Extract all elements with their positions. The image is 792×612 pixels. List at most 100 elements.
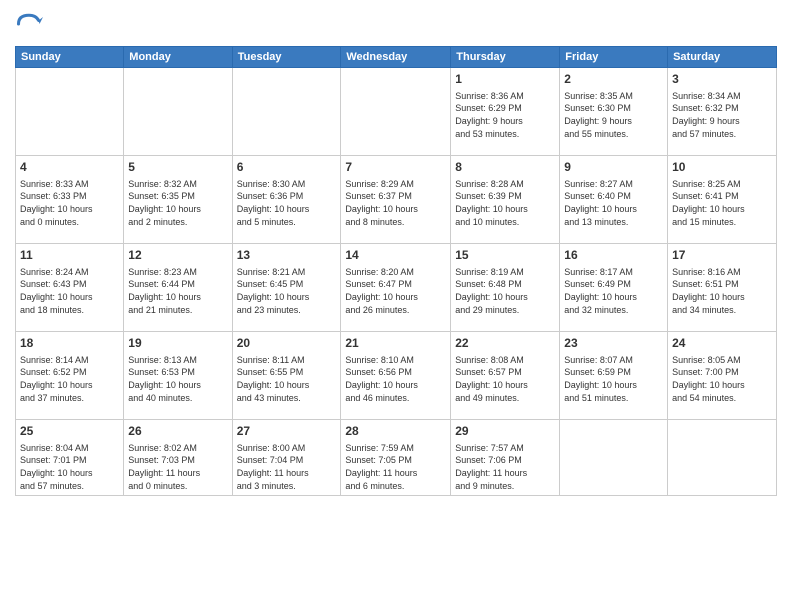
day-number: 5 [128, 159, 227, 176]
day-number: 1 [455, 71, 555, 88]
day-info: Sunrise: 8:20 AMSunset: 6:47 PMDaylight:… [345, 266, 446, 316]
col-header-wednesday: Wednesday [341, 47, 451, 68]
day-number: 12 [128, 247, 227, 264]
col-header-tuesday: Tuesday [232, 47, 341, 68]
day-number: 29 [455, 423, 555, 440]
calendar-cell: 13 Sunrise: 8:21 AMSunset: 6:45 PMDayligh… [232, 244, 341, 332]
day-number: 8 [455, 159, 555, 176]
day-info: Sunrise: 8:27 AMSunset: 6:40 PMDaylight:… [564, 178, 663, 228]
day-info: Sunrise: 8:17 AMSunset: 6:49 PMDaylight:… [564, 266, 663, 316]
calendar-cell: 29 Sunrise: 7:57 AMSunset: 7:06 PMDayligh… [451, 420, 560, 496]
day-number: 24 [672, 335, 772, 352]
day-number: 23 [564, 335, 663, 352]
calendar-cell: 18 Sunrise: 8:14 AMSunset: 6:52 PMDayligh… [16, 332, 124, 420]
day-info: Sunrise: 8:34 AMSunset: 6:32 PMDaylight:… [672, 90, 772, 140]
calendar-cell [668, 420, 777, 496]
calendar-cell [232, 68, 341, 156]
day-info: Sunrise: 8:13 AMSunset: 6:53 PMDaylight:… [128, 354, 227, 404]
calendar-cell: 21 Sunrise: 8:10 AMSunset: 6:56 PMDayligh… [341, 332, 451, 420]
day-number: 25 [20, 423, 119, 440]
day-number: 14 [345, 247, 446, 264]
week-row-4: 18 Sunrise: 8:14 AMSunset: 6:52 PMDayligh… [16, 332, 777, 420]
day-info: Sunrise: 8:14 AMSunset: 6:52 PMDaylight:… [20, 354, 119, 404]
day-number: 2 [564, 71, 663, 88]
day-info: Sunrise: 8:24 AMSunset: 6:43 PMDaylight:… [20, 266, 119, 316]
day-info: Sunrise: 8:32 AMSunset: 6:35 PMDaylight:… [128, 178, 227, 228]
day-info: Sunrise: 8:30 AMSunset: 6:36 PMDaylight:… [237, 178, 337, 228]
day-info: Sunrise: 8:33 AMSunset: 6:33 PMDaylight:… [20, 178, 119, 228]
day-info: Sunrise: 8:10 AMSunset: 6:56 PMDaylight:… [345, 354, 446, 404]
day-info: Sunrise: 8:07 AMSunset: 6:59 PMDaylight:… [564, 354, 663, 404]
header-row: SundayMondayTuesdayWednesdayThursdayFrid… [16, 47, 777, 68]
calendar-cell: 1 Sunrise: 8:36 AMSunset: 6:29 PMDaylight… [451, 68, 560, 156]
day-info: Sunrise: 8:21 AMSunset: 6:45 PMDaylight:… [237, 266, 337, 316]
day-info: Sunrise: 8:11 AMSunset: 6:55 PMDaylight:… [237, 354, 337, 404]
day-number: 27 [237, 423, 337, 440]
day-info: Sunrise: 8:36 AMSunset: 6:29 PMDaylight:… [455, 90, 555, 140]
calendar-cell [16, 68, 124, 156]
day-number: 4 [20, 159, 119, 176]
day-number: 6 [237, 159, 337, 176]
calendar-cell [560, 420, 668, 496]
week-row-3: 11 Sunrise: 8:24 AMSunset: 6:43 PMDayligh… [16, 244, 777, 332]
calendar-cell: 14 Sunrise: 8:20 AMSunset: 6:47 PMDayligh… [341, 244, 451, 332]
col-header-thursday: Thursday [451, 47, 560, 68]
calendar-cell: 16 Sunrise: 8:17 AMSunset: 6:49 PMDayligh… [560, 244, 668, 332]
day-info: Sunrise: 8:35 AMSunset: 6:30 PMDaylight:… [564, 90, 663, 140]
calendar-cell: 19 Sunrise: 8:13 AMSunset: 6:53 PMDayligh… [124, 332, 232, 420]
calendar-cell: 27 Sunrise: 8:00 AMSunset: 7:04 PMDayligh… [232, 420, 341, 496]
calendar-cell: 10 Sunrise: 8:25 AMSunset: 6:41 PMDayligh… [668, 156, 777, 244]
logo-icon [15, 10, 43, 38]
day-info: Sunrise: 8:29 AMSunset: 6:37 PMDaylight:… [345, 178, 446, 228]
day-info: Sunrise: 8:04 AMSunset: 7:01 PMDaylight:… [20, 442, 119, 492]
calendar-cell: 4 Sunrise: 8:33 AMSunset: 6:33 PMDaylight… [16, 156, 124, 244]
day-number: 3 [672, 71, 772, 88]
day-number: 10 [672, 159, 772, 176]
calendar-cell: 17 Sunrise: 8:16 AMSunset: 6:51 PMDayligh… [668, 244, 777, 332]
calendar-cell: 7Sunrise: 8:29 AMSunset: 6:37 PMDaylight… [341, 156, 451, 244]
day-number: 28 [345, 423, 446, 440]
day-info: Sunrise: 8:19 AMSunset: 6:48 PMDaylight:… [455, 266, 555, 316]
day-info: Sunrise: 8:16 AMSunset: 6:51 PMDaylight:… [672, 266, 772, 316]
col-header-saturday: Saturday [668, 47, 777, 68]
calendar-cell: 28 Sunrise: 7:59 AMSunset: 7:05 PMDayligh… [341, 420, 451, 496]
day-number: 18 [20, 335, 119, 352]
day-info: Sunrise: 8:05 AMSunset: 7:00 PMDaylight:… [672, 354, 772, 404]
day-number: 11 [20, 247, 119, 264]
calendar-cell: 5 Sunrise: 8:32 AMSunset: 6:35 PMDaylight… [124, 156, 232, 244]
day-info: Sunrise: 8:00 AMSunset: 7:04 PMDaylight:… [237, 442, 337, 492]
logo [15, 10, 47, 38]
day-info: Sunrise: 8:28 AMSunset: 6:39 PMDaylight:… [455, 178, 555, 228]
day-number: 19 [128, 335, 227, 352]
col-header-monday: Monday [124, 47, 232, 68]
calendar-cell: 8 Sunrise: 8:28 AMSunset: 6:39 PMDaylight… [451, 156, 560, 244]
calendar-cell: 24 Sunrise: 8:05 AMSunset: 7:00 PMDayligh… [668, 332, 777, 420]
day-number: 13 [237, 247, 337, 264]
calendar-table: SundayMondayTuesdayWednesdayThursdayFrid… [15, 46, 777, 496]
col-header-sunday: Sunday [16, 47, 124, 68]
day-number: 21 [345, 335, 446, 352]
week-row-1: 1 Sunrise: 8:36 AMSunset: 6:29 PMDaylight… [16, 68, 777, 156]
day-info: Sunrise: 7:57 AMSunset: 7:06 PMDaylight:… [455, 442, 555, 492]
header [15, 10, 777, 38]
day-number: 26 [128, 423, 227, 440]
calendar-cell: 3 Sunrise: 8:34 AMSunset: 6:32 PMDaylight… [668, 68, 777, 156]
day-number: 17 [672, 247, 772, 264]
calendar-cell: 9Sunrise: 8:27 AMSunset: 6:40 PMDaylight… [560, 156, 668, 244]
day-number: 15 [455, 247, 555, 264]
day-info: Sunrise: 7:59 AMSunset: 7:05 PMDaylight:… [345, 442, 446, 492]
calendar-cell: 2 Sunrise: 8:35 AMSunset: 6:30 PMDaylight… [560, 68, 668, 156]
calendar-cell [124, 68, 232, 156]
day-info: Sunrise: 8:25 AMSunset: 6:41 PMDaylight:… [672, 178, 772, 228]
day-info: Sunrise: 8:02 AMSunset: 7:03 PMDaylight:… [128, 442, 227, 492]
calendar-cell [341, 68, 451, 156]
day-info: Sunrise: 8:23 AMSunset: 6:44 PMDaylight:… [128, 266, 227, 316]
calendar-page: SundayMondayTuesdayWednesdayThursdayFrid… [0, 0, 792, 612]
calendar-cell: 15 Sunrise: 8:19 AMSunset: 6:48 PMDayligh… [451, 244, 560, 332]
calendar-cell: 6 Sunrise: 8:30 AMSunset: 6:36 PMDaylight… [232, 156, 341, 244]
day-number: 16 [564, 247, 663, 264]
calendar-cell: 20Sunrise: 8:11 AMSunset: 6:55 PMDayligh… [232, 332, 341, 420]
calendar-cell: 12 Sunrise: 8:23 AMSunset: 6:44 PMDayligh… [124, 244, 232, 332]
day-number: 22 [455, 335, 555, 352]
calendar-cell: 25 Sunrise: 8:04 AMSunset: 7:01 PMDayligh… [16, 420, 124, 496]
